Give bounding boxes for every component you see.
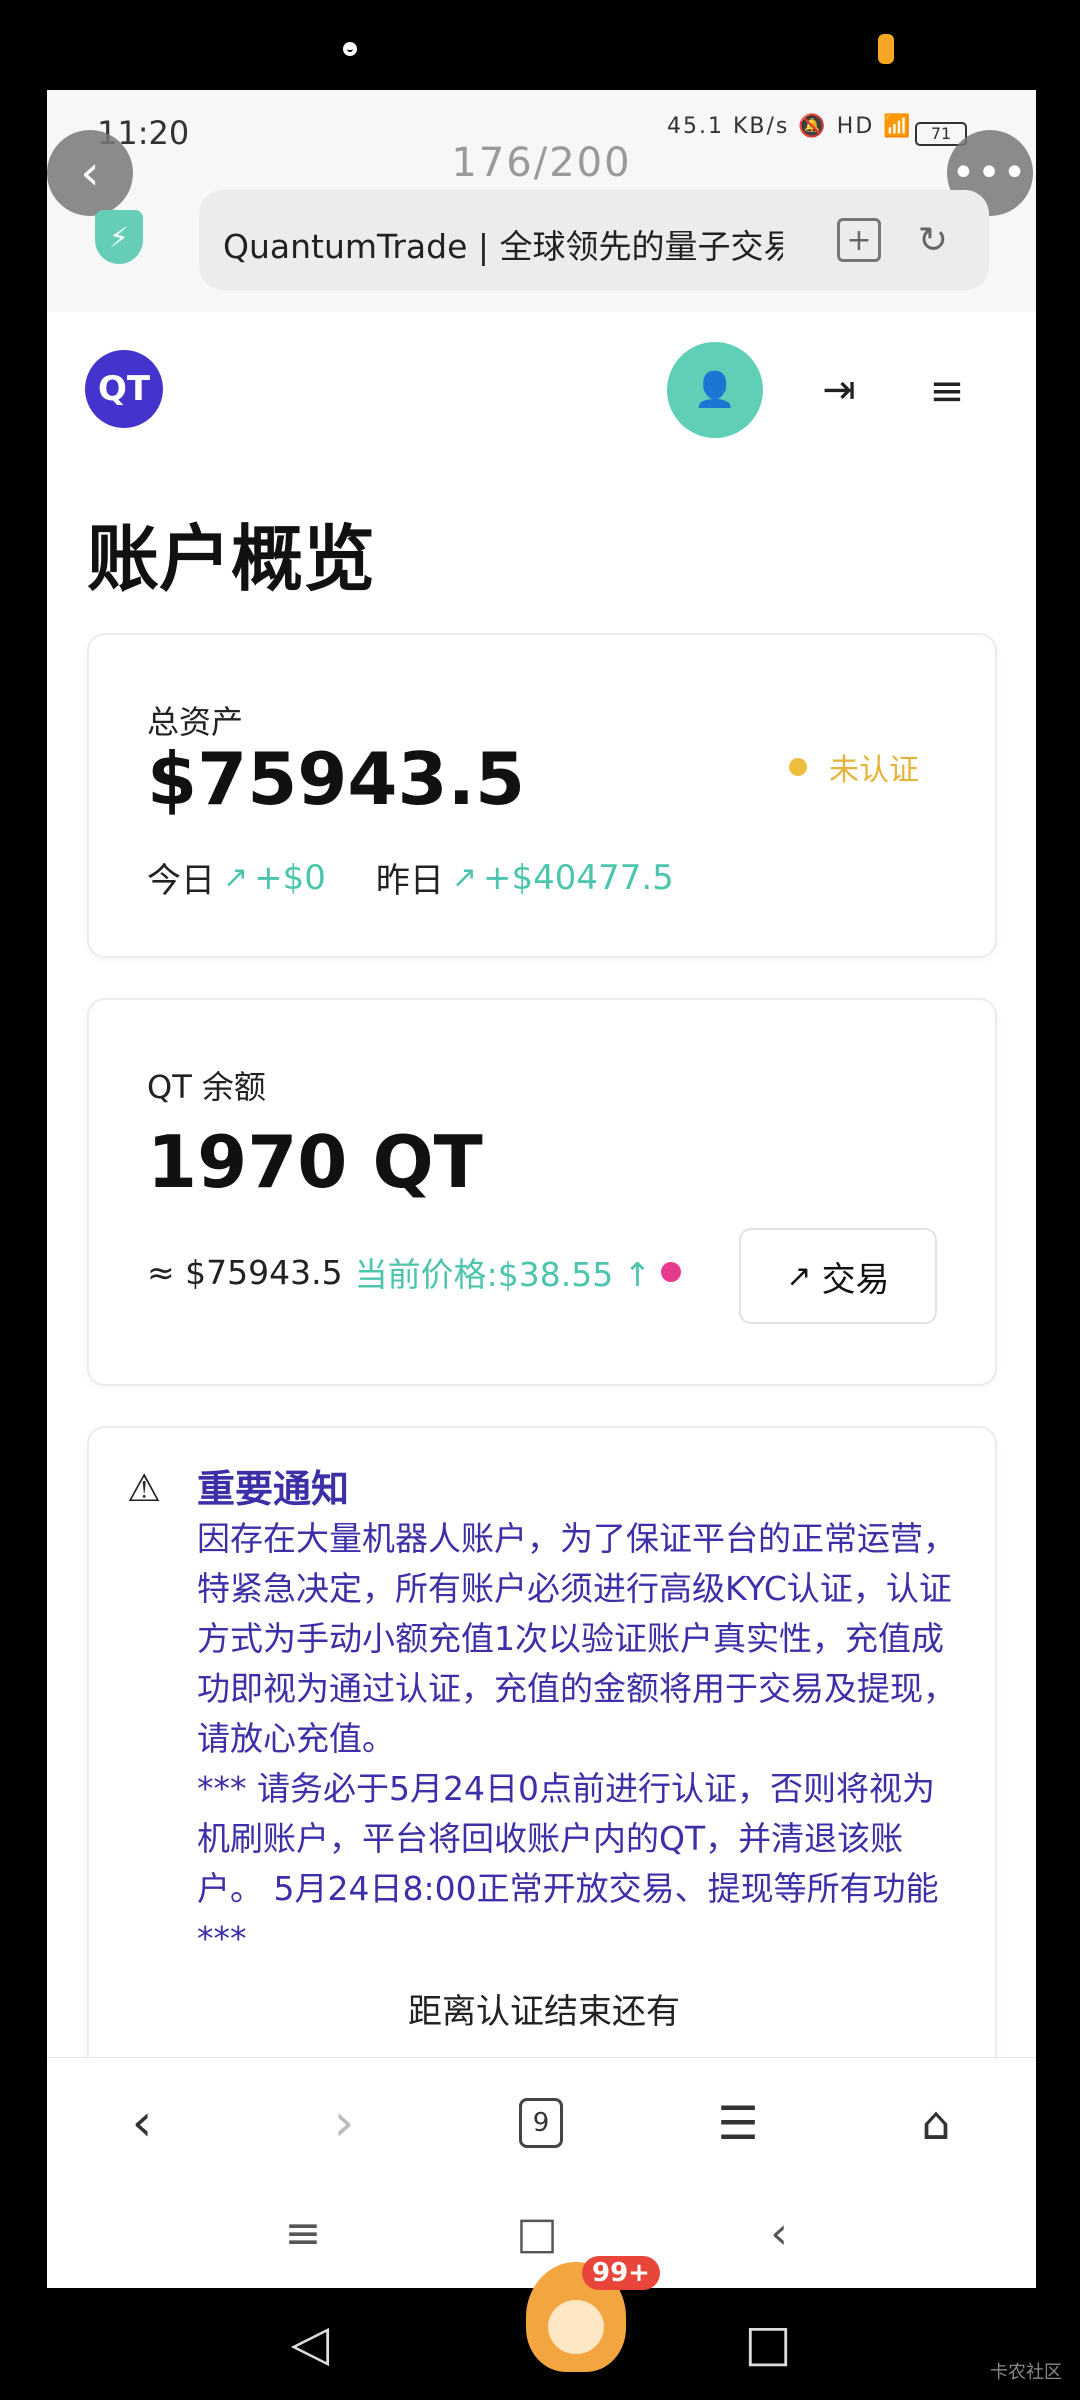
usd-approx: ≈ $75943.5 [147, 1252, 343, 1292]
countdown-label: 距离认证结束还有 [408, 1992, 680, 2032]
menu-lines-icon[interactable]: ☰ [703, 2088, 773, 2158]
asset-changes: 今日 ↗ +$0 昨日 ↗ +$40477.5 [147, 853, 674, 902]
camera-indicator-icon [878, 34, 894, 64]
back-triangle-icon[interactable]: ◁ [280, 2313, 340, 2373]
net-speed: 45.1 KB/s [667, 114, 790, 139]
user-button[interactable]: 👤 [667, 342, 763, 438]
recents-square-icon[interactable]: □ [738, 2313, 798, 2373]
system-nav: ≡ □ ‹ [47, 2183, 1036, 2288]
notification-badge: 99+ [582, 2256, 660, 2290]
recents-lines-icon[interactable]: ≡ [273, 2203, 333, 2263]
menu-icon[interactable]: ≡ [917, 360, 977, 420]
tabs-button[interactable]: 9 [519, 2098, 563, 2148]
qt-balance-card: QT 余额 1970 QT ≈ $75943.5 当前价格:$38.55 ↑ ↗… [87, 998, 997, 1386]
phone-screen: 11:20 45.1 KB/s 🔕 HD 📶 71 176/200 ‹ ••• … [47, 90, 1036, 2288]
back-button[interactable]: ‹ [47, 130, 133, 216]
live-dot-icon [661, 1262, 682, 1282]
url-bar[interactable]: QuantumTrade | 全球领先的量子交易 + ↻ [199, 190, 989, 290]
home-icon[interactable]: ⌂ [901, 2088, 971, 2158]
today-change: +$0 [254, 857, 326, 898]
url-title: QuantumTrade | 全球领先的量子交易 [223, 227, 783, 266]
mute-icon: 🔕 [798, 114, 828, 139]
trend-up-icon: ↗ [223, 860, 249, 895]
qt-balance-label: QT 余额 [147, 1068, 266, 1106]
watermark: 卡农社区 [990, 2362, 1062, 2383]
notice-paragraph-2: *** 请务必于5月24日0点前进行认证，否则将视为机刷账户，平台将回收账户内的… [197, 1769, 939, 1958]
trade-button[interactable]: ↗ 交易 [739, 1228, 937, 1324]
notice-paragraph-1: 因存在大量机器人账户，为了保证平台的正常运营，特紧急决定，所有账户必须进行高级K… [197, 1519, 956, 1758]
notice-title: 重要通知 [197, 1467, 350, 1511]
chevron-left-icon: ‹ [80, 145, 100, 201]
qt-balance-value: 1970 QT [147, 1120, 483, 1204]
page-counter: 176/200 [451, 140, 632, 186]
logout-icon[interactable]: ⇥ [809, 360, 869, 420]
shield-bolt-icon[interactable]: ⚡ [95, 210, 143, 264]
status-dot-icon [789, 758, 807, 776]
verification-status: 未认证 [789, 745, 919, 789]
nav-forward-icon[interactable]: › [309, 2088, 379, 2158]
trend-up-icon: ↗ [786, 1258, 812, 1294]
user-icon: 👤 [693, 370, 737, 410]
page-title: 账户概览 [87, 517, 376, 601]
back-chevron-icon[interactable]: ‹ [749, 2203, 809, 2263]
total-assets-card: 总资产 $75943.5 未认证 今日 ↗ +$0 昨日 ↗ +$40477.5 [87, 633, 997, 958]
usd-approx-row: ≈ $75943.5 当前价格:$38.55 ↑ [147, 1248, 682, 1296]
warning-icon: ⚠ [127, 1466, 162, 1510]
current-price: 当前价格:$38.55 ↑ [354, 1255, 652, 1294]
trade-button-label: 交易 [821, 1259, 890, 1300]
notification-indicator-icon [343, 42, 357, 56]
yesterday-change: +$40477.5 [483, 857, 674, 898]
status-icons: 45.1 KB/s 🔕 HD 📶 [667, 114, 913, 139]
today-label: 今日 [147, 861, 215, 901]
yesterday-label: 昨日 [375, 861, 444, 901]
status-label: 未认证 [829, 753, 919, 788]
bookmark-add-icon[interactable]: + [837, 218, 881, 262]
home-square-icon[interactable]: □ [507, 2203, 567, 2263]
browser-chrome: 11:20 45.1 KB/s 🔕 HD 📶 71 176/200 ‹ ••• … [47, 90, 1036, 312]
qt-logo[interactable]: QT [85, 350, 163, 428]
refresh-icon[interactable]: ↻ [911, 218, 955, 262]
total-assets-value: $75943.5 [147, 737, 526, 821]
network-type: HD [836, 114, 875, 139]
notice-body: 因存在大量机器人账户，为了保证平台的正常运营，特紧急决定，所有账户必须进行高级K… [197, 1514, 957, 1964]
trend-up-icon: ↗ [451, 860, 478, 895]
nav-back-icon[interactable]: ‹ [107, 2088, 177, 2158]
device-frame: 11:20 45.1 KB/s 🔕 HD 📶 71 176/200 ‹ ••• … [0, 0, 1080, 2400]
mascot-face-icon [548, 2300, 604, 2354]
browser-bottom-nav: ‹ › 9 ☰ ⌂ [47, 2057, 1036, 2183]
signal-icon: 📶 [883, 114, 913, 139]
